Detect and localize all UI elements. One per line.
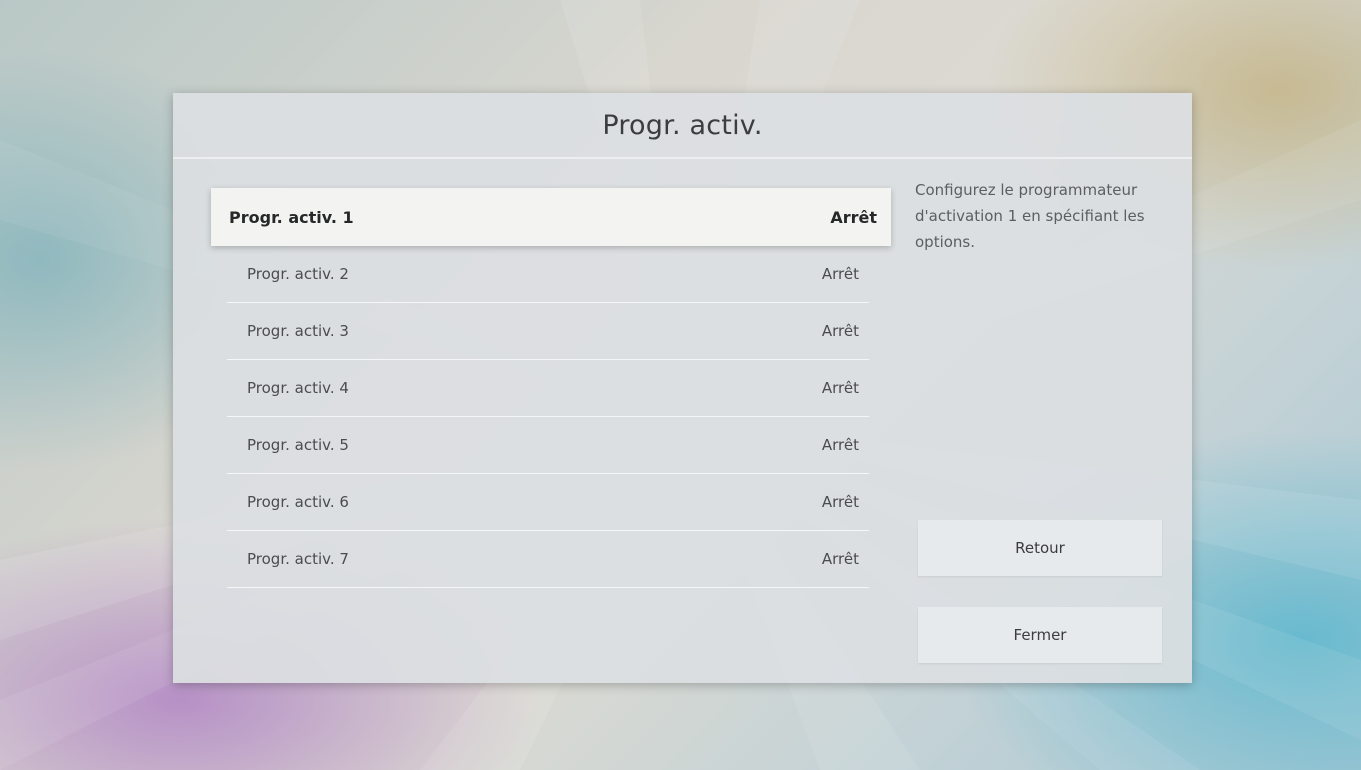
timer-item-value: Arrêt <box>821 493 859 511</box>
timer-item-1[interactable]: Progr. activ. 1 Arrêt <box>211 188 891 246</box>
timer-item-label: Progr. activ. 1 <box>229 207 354 227</box>
timer-item-value: Arrêt <box>821 379 859 397</box>
back-button[interactable]: Retour <box>918 520 1162 576</box>
timer-item-label: Progr. activ. 6 <box>247 493 349 511</box>
timer-item-3[interactable]: Progr. activ. 3 Arrêt <box>227 303 869 360</box>
timer-item-value: Arrêt <box>821 265 859 283</box>
dialog-title: Progr. activ. <box>602 109 763 141</box>
timer-item-label: Progr. activ. 5 <box>247 436 349 454</box>
timer-item-5[interactable]: Progr. activ. 5 Arrêt <box>227 417 869 474</box>
timer-item-value: Arrêt <box>821 436 859 454</box>
timer-item-label: Progr. activ. 3 <box>247 322 349 340</box>
timer-item-value: Arrêt <box>821 550 859 568</box>
timer-item-7[interactable]: Progr. activ. 7 Arrêt <box>227 531 869 588</box>
timer-item-label: Progr. activ. 7 <box>247 550 349 568</box>
timer-dialog: Progr. activ. Progr. activ. 1 Arrêt Prog… <box>173 93 1192 683</box>
timer-item-2[interactable]: Progr. activ. 2 Arrêt <box>227 246 869 303</box>
tv-screen: Progr. activ. Progr. activ. 1 Arrêt Prog… <box>0 0 1361 770</box>
help-description: Configurez le programmateur d'activation… <box>915 181 1145 251</box>
timer-list: Progr. activ. 1 Arrêt Progr. activ. 2 Ar… <box>211 188 891 588</box>
timer-item-4[interactable]: Progr. activ. 4 Arrêt <box>227 360 869 417</box>
dialog-header: Progr. activ. <box>173 93 1192 159</box>
timer-item-label: Progr. activ. 2 <box>247 265 349 283</box>
close-button[interactable]: Fermer <box>918 607 1162 663</box>
timer-item-6[interactable]: Progr. activ. 6 Arrêt <box>227 474 869 531</box>
timer-item-value: Arrêt <box>830 207 877 227</box>
timer-item-label: Progr. activ. 4 <box>247 379 349 397</box>
timer-item-value: Arrêt <box>821 322 859 340</box>
